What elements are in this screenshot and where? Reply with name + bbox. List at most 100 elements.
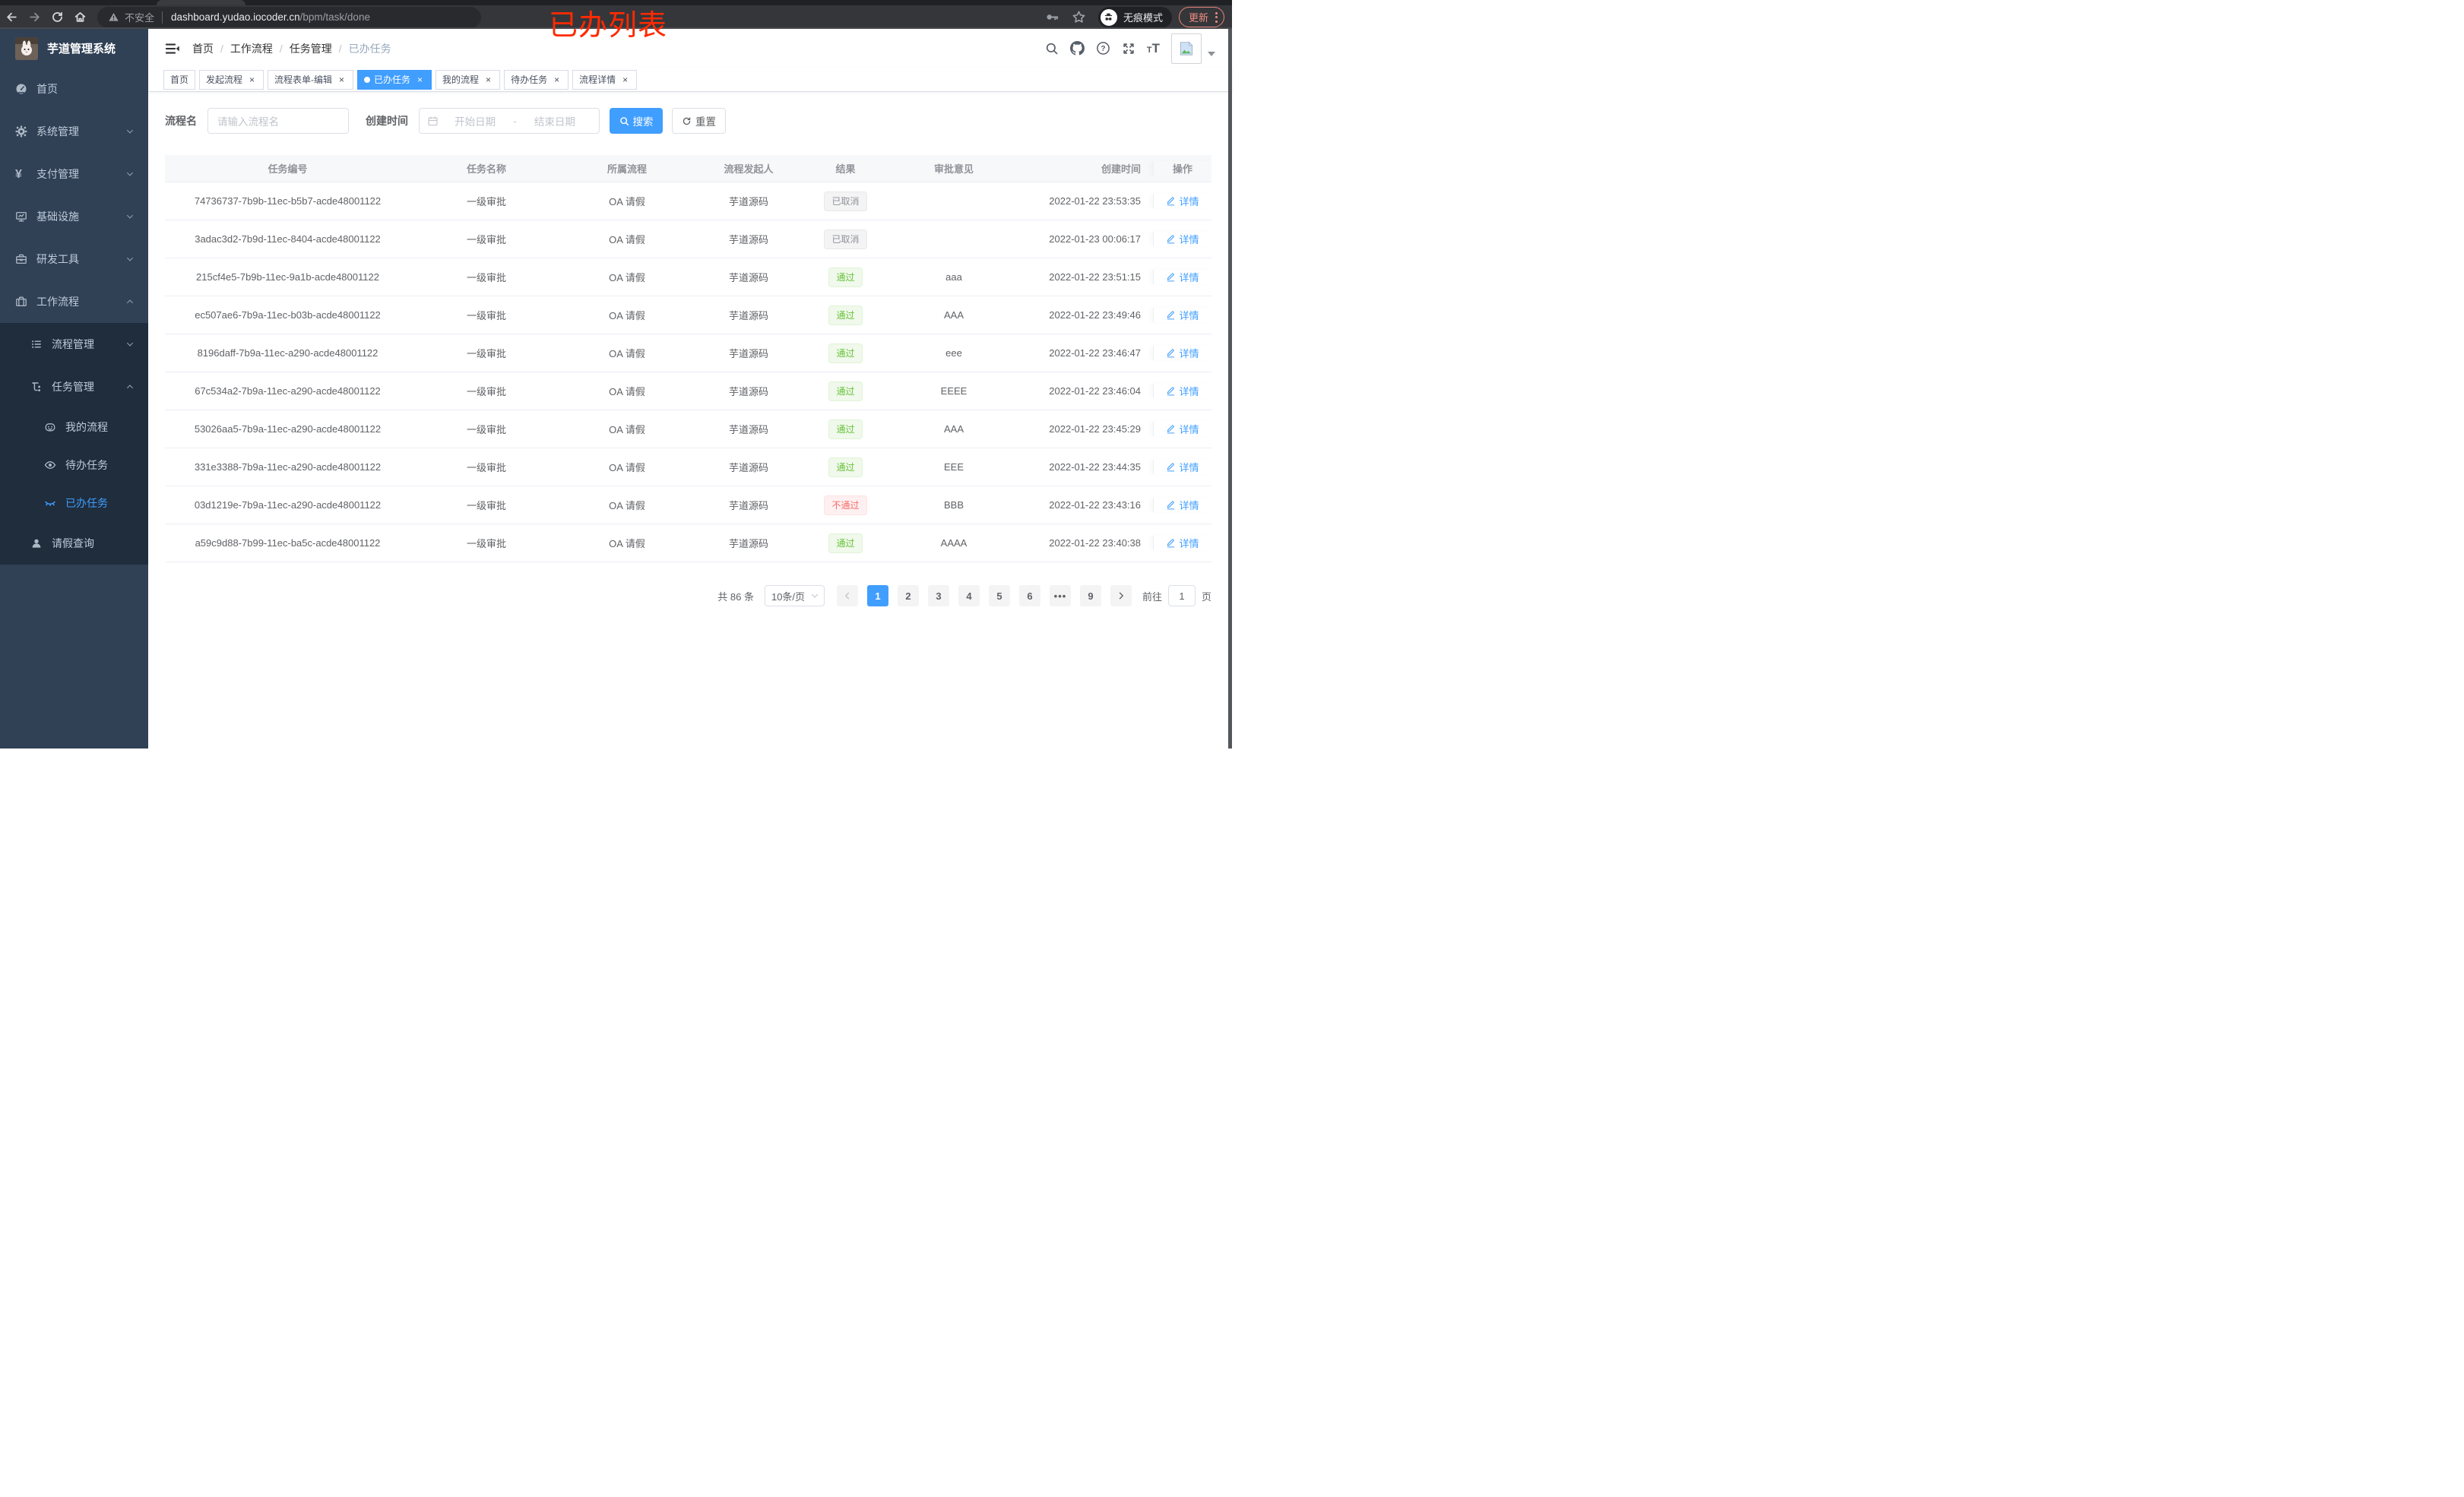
password-key-icon[interactable]: [1045, 10, 1059, 24]
window-scrollbar[interactable]: [1228, 29, 1232, 748]
column-header-操作: 操作: [1153, 161, 1211, 176]
cell-task-id: 331e3388-7b9a-11ec-a290-acde48001122: [194, 461, 382, 473]
tab-待办任务[interactable]: 待办任务 ×: [504, 69, 569, 90]
page-size-select[interactable]: 10条/页: [764, 585, 825, 606]
cell-task-name: 一级审批: [466, 386, 506, 397]
browser-active-tab[interactable]: [157, 0, 245, 5]
github-icon[interactable]: [1069, 41, 1085, 55]
prev-page-button[interactable]: [836, 585, 858, 606]
detail-link[interactable]: 详情: [1166, 460, 1199, 474]
sidebar-item-研发工具[interactable]: 研发工具: [0, 238, 148, 280]
cell-task-id: 74736737-7b9b-11ec-b5b7-acde48001122: [194, 195, 382, 207]
sidebar-item-已办任务[interactable]: 已办任务: [0, 484, 148, 522]
tab-我的流程[interactable]: 我的流程 ×: [435, 69, 501, 90]
sidebar-item-系统管理[interactable]: 系统管理: [0, 110, 148, 153]
tab-close-icon[interactable]: ×: [247, 74, 257, 84]
detail-link[interactable]: 详情: [1166, 536, 1199, 550]
result-badge: 不通过: [824, 495, 867, 515]
sidebar-item-流程管理[interactable]: 流程管理: [0, 323, 148, 366]
tab-流程详情[interactable]: 流程详情 ×: [572, 69, 638, 90]
tab-close-icon[interactable]: ×: [483, 74, 493, 84]
sidebar-item-支付管理[interactable]: ¥ 支付管理: [0, 153, 148, 195]
detail-link[interactable]: 详情: [1166, 232, 1199, 246]
tab-label: 已办任务: [374, 74, 411, 85]
sidebar-item-label: 待办任务: [65, 459, 108, 471]
address-bar[interactable]: 不安全 dashboard.yudao.iocoder.cn/bpm/task/…: [97, 6, 481, 28]
browser-home-button[interactable]: [68, 11, 91, 24]
yen-icon: ¥: [15, 168, 22, 181]
edit-pen-icon: [1166, 386, 1176, 396]
end-date-placeholder[interactable]: 结束日期: [518, 113, 591, 128]
tab-close-icon[interactable]: ×: [552, 74, 562, 84]
cell-process: OA 请假: [609, 234, 645, 245]
edit-pen-icon: [1166, 272, 1176, 282]
sidebar-item-基础设施[interactable]: 基础设施: [0, 195, 148, 238]
insecure-warning-icon: [108, 11, 119, 23]
sidebar-item-请假查询[interactable]: 请假查询: [0, 522, 148, 565]
browser-back-button[interactable]: [0, 11, 23, 24]
fullscreen-icon[interactable]: [1122, 42, 1135, 55]
process-name-input[interactable]: 请输入流程名: [207, 108, 349, 134]
page-button-4[interactable]: 4: [958, 585, 980, 606]
page-button-1[interactable]: 1: [866, 585, 888, 606]
breadcrumb: 首页 / 工作流程 / 任务管理 / 已办任务: [192, 41, 391, 56]
sidebar-item-label: 首页: [36, 83, 58, 95]
avatar-caret-icon[interactable]: [1208, 51, 1215, 56]
detail-link[interactable]: 详情: [1166, 346, 1199, 360]
select-caret-icon: [810, 591, 819, 600]
sidebar-item-待办任务[interactable]: 待办任务: [0, 446, 148, 484]
app-logo-row[interactable]: 芋道管理系统: [0, 29, 148, 68]
page-button-2[interactable]: 2: [897, 585, 919, 606]
sidebar-item-任务管理[interactable]: 任务管理: [0, 366, 148, 408]
start-date-placeholder[interactable]: 开始日期: [439, 113, 511, 128]
breadcrumb-item-首页[interactable]: 首页: [192, 41, 214, 56]
page-ellipsis[interactable]: •••: [1049, 585, 1071, 606]
tab-已办任务[interactable]: 已办任务 ×: [357, 69, 432, 90]
cell-starter: 芋道源码: [728, 386, 768, 397]
breadcrumb-item-工作流程[interactable]: 工作流程: [230, 41, 273, 56]
tab-close-icon[interactable]: ×: [337, 74, 347, 84]
help-icon[interactable]: ?: [1096, 41, 1110, 55]
chevron-up-icon: [125, 297, 135, 306]
detail-link[interactable]: 详情: [1166, 270, 1199, 284]
browser-reload-button[interactable]: [46, 11, 68, 24]
detail-link[interactable]: 详情: [1166, 422, 1199, 436]
tab-发起流程[interactable]: 发起流程 ×: [199, 69, 264, 90]
page-button-6[interactable]: 6: [1018, 585, 1040, 606]
browser-menu-icon[interactable]: [1215, 11, 1218, 23]
page-button-9[interactable]: 9: [1079, 585, 1101, 606]
cell-process: OA 请假: [609, 386, 645, 397]
font-size-icon[interactable]: TT: [1147, 42, 1160, 55]
sidebar-item-首页[interactable]: 首页: [0, 68, 148, 110]
detail-link[interactable]: 详情: [1166, 194, 1199, 208]
detail-link[interactable]: 详情: [1166, 498, 1199, 512]
tab-close-icon[interactable]: ×: [620, 74, 630, 84]
avatar[interactable]: [1171, 33, 1202, 64]
cell-task-id: 215cf4e5-7b9b-11ec-9a1b-acde48001122: [196, 271, 379, 283]
search-button[interactable]: 搜索: [610, 108, 663, 134]
sidebar-item-工作流程[interactable]: 工作流程: [0, 280, 148, 323]
date-range-picker[interactable]: 开始日期 - 结束日期: [419, 108, 600, 134]
browser-forward-button[interactable]: [23, 11, 46, 24]
detail-link[interactable]: 详情: [1166, 384, 1199, 398]
cell-process: OA 请假: [609, 424, 645, 435]
sidebar-collapse-icon[interactable]: [165, 41, 180, 56]
goto-page-input[interactable]: 1: [1167, 585, 1196, 606]
search-icon[interactable]: [1045, 42, 1059, 55]
incognito-icon: [1100, 8, 1117, 26]
tab-首页[interactable]: 首页: [163, 69, 196, 90]
detail-link[interactable]: 详情: [1166, 308, 1199, 322]
page-button-5[interactable]: 5: [988, 585, 1010, 606]
tab-流程表单-编辑[interactable]: 流程表单-编辑 ×: [268, 69, 354, 90]
sidebar-item-我的流程[interactable]: 我的流程: [0, 408, 148, 446]
reset-button[interactable]: 重置: [672, 108, 726, 134]
result-badge: 通过: [828, 381, 863, 401]
breadcrumb-item-任务管理[interactable]: 任务管理: [290, 41, 332, 56]
tab-label: 待办任务: [511, 74, 548, 85]
bookmark-star-icon[interactable]: [1072, 10, 1086, 24]
page-button-3[interactable]: 3: [927, 585, 949, 606]
next-page-button[interactable]: [1110, 585, 1132, 606]
tab-close-icon[interactable]: ×: [415, 74, 425, 84]
cell-starter: 芋道源码: [728, 424, 768, 435]
browser-update-button[interactable]: 更新: [1178, 7, 1224, 27]
